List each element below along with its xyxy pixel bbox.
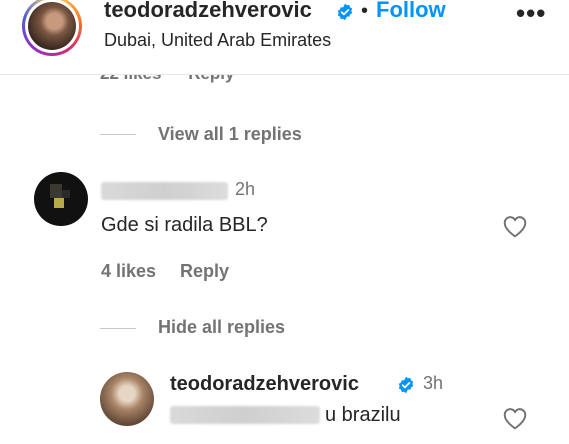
more-options-icon[interactable]: ••• bbox=[516, 0, 546, 29]
reply-like-heart-icon[interactable] bbox=[502, 406, 528, 430]
location-link[interactable]: Dubai, United Arab Emirates bbox=[104, 30, 331, 51]
profile-avatar[interactable] bbox=[22, 0, 82, 56]
commenter-username-blurred[interactable] bbox=[101, 182, 228, 200]
follow-button[interactable]: Follow bbox=[376, 0, 446, 23]
separator-dot: • bbox=[361, 0, 369, 22]
post-header: teodoradzehverovic • Follow Dubai, Unite… bbox=[0, 0, 569, 75]
comment-text: Gde si radila BBL? bbox=[101, 214, 268, 236]
reply-time: 3h bbox=[423, 373, 444, 393]
verified-badge-icon bbox=[337, 3, 353, 21]
thread-line bbox=[100, 328, 136, 329]
mentioned-user-blurred[interactable] bbox=[170, 406, 320, 424]
commenter-avatar[interactable] bbox=[34, 172, 88, 226]
comment-likes[interactable]: 4 likes bbox=[101, 261, 156, 282]
hide-all-replies-button[interactable]: Hide all replies bbox=[158, 317, 285, 338]
like-heart-icon[interactable] bbox=[502, 214, 528, 238]
reply-text: u brazilu bbox=[325, 404, 401, 426]
view-all-replies-button[interactable]: View all 1 replies bbox=[158, 124, 302, 145]
comment-reply-button[interactable]: Reply bbox=[180, 261, 229, 282]
reply-username[interactable]: teodoradzehverovic bbox=[170, 373, 359, 396]
header-username[interactable]: teodoradzehverovic bbox=[104, 0, 312, 23]
thread-line bbox=[100, 134, 136, 135]
verified-badge-icon bbox=[398, 376, 414, 394]
comment-time: 2h bbox=[235, 179, 256, 199]
reply-avatar[interactable] bbox=[100, 372, 154, 426]
